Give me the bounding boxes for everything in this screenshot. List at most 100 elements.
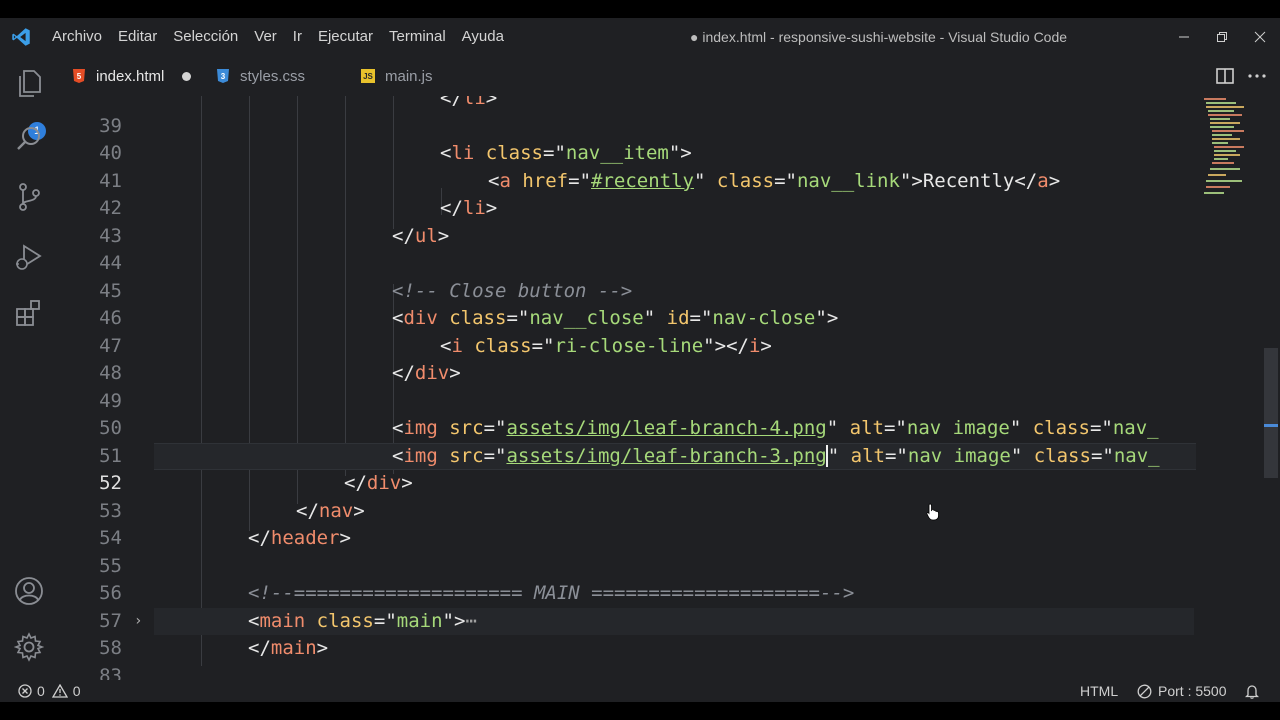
letterbox-bottom — [0, 702, 1280, 720]
menu-ejecutar[interactable]: Ejecutar — [310, 18, 381, 56]
code-line-53: 53 </div> — [56, 470, 1196, 522]
minimap[interactable] — [1196, 96, 1268, 680]
error-icon — [18, 684, 32, 698]
live-server-port[interactable]: Port : 5500 — [1137, 680, 1227, 702]
html-comment: <!--==================== MAIN ==========… — [248, 582, 855, 604]
tab-label: styles.css — [240, 67, 306, 85]
svg-text:5: 5 — [77, 72, 82, 81]
code-line-84: 84 — [56, 663, 1196, 681]
close-window-button[interactable] — [1242, 18, 1278, 56]
port-label: Port : 5500 — [1158, 683, 1227, 699]
attr-value-link: #recently — [591, 169, 694, 192]
code-line-42: 42 <a href="#recently" class="nav__link"… — [56, 168, 1196, 220]
attr-name: src — [449, 417, 484, 439]
menu-terminal[interactable]: Terminal — [381, 18, 454, 56]
attr-name: href — [522, 169, 569, 192]
attr-name: alt — [849, 417, 884, 439]
error-count: 0 — [37, 683, 45, 699]
attr-name: class — [1032, 417, 1090, 439]
attr-name: class — [316, 609, 374, 632]
tag-name: img — [403, 444, 438, 467]
bell-icon — [1245, 684, 1259, 699]
source-control-icon — [19, 183, 40, 211]
attr-value: nav_ — [1112, 417, 1159, 439]
manage-button[interactable] — [12, 630, 46, 664]
code-line-47: 47 <div class="nav__close" id="nav-close… — [56, 305, 1196, 357]
problems-indicator[interactable]: 0 0 — [18, 680, 81, 702]
attr-value: nav-close — [712, 307, 816, 329]
menu-ir[interactable]: Ir — [285, 18, 310, 56]
tag-name: i — [748, 334, 761, 357]
css-file-icon: 3 — [216, 68, 230, 84]
tag-name: li — [462, 197, 486, 219]
tag-name: header — [270, 527, 340, 549]
scrollbar-cursor-marker — [1264, 424, 1278, 427]
attr-name: class — [449, 307, 507, 329]
svg-text:3: 3 — [221, 72, 226, 81]
attr-value: ri-close-line — [554, 334, 704, 357]
tag-name: div — [366, 472, 402, 494]
explorer-button[interactable] — [12, 66, 46, 100]
source-control-button[interactable] — [12, 180, 46, 214]
code-line-43: 43 </li> — [56, 195, 1196, 247]
notifications-button[interactable] — [1245, 680, 1259, 702]
editor-tabs: 5 index.html 3 styles.css JS main.js — [56, 56, 1280, 96]
attr-name: src — [449, 444, 484, 467]
menu-archivo[interactable]: Archivo — [44, 18, 110, 56]
no-signal-icon — [1137, 684, 1152, 698]
menu-seleccion[interactable]: Selección — [165, 18, 246, 56]
menu-editar[interactable]: Editar — [110, 18, 165, 56]
code-line-51: 51 <img src="assets/img/leaf-branch-4.pn… — [56, 415, 1196, 467]
code-line-55: 55 </header> — [56, 525, 1196, 577]
code-line-41: 41 <li class="nav__item"> — [56, 140, 1196, 192]
run-debug-icon — [16, 244, 42, 270]
tab-main-js[interactable]: JS main.js — [361, 56, 433, 96]
code-editor[interactable]: 39 </li> 40 41 <li class="nav__item"> 42… — [56, 96, 1196, 680]
tag-name: i — [451, 334, 463, 357]
js-file-icon: JS — [361, 69, 375, 83]
editor-actions — [1216, 56, 1266, 96]
vertical-scrollbar[interactable] — [1264, 348, 1278, 478]
accounts-button[interactable] — [12, 574, 46, 608]
run-debug-button[interactable] — [12, 240, 46, 274]
tag-name: li — [462, 96, 486, 109]
tab-index-html[interactable]: 5 index.html — [72, 56, 192, 96]
title-bar: Archivo Editar Selección Ver Ir Ejecutar… — [0, 18, 1280, 56]
folded-ellipsis[interactable]: ⋯ — [465, 610, 476, 632]
vscode-window: Archivo Editar Selección Ver Ir Ejecutar… — [0, 18, 1280, 702]
unsaved-dot-icon[interactable] — [182, 71, 192, 81]
code-line-39: 39 </li> — [56, 96, 1196, 137]
extensions-button[interactable] — [12, 296, 46, 330]
tab-styles-css[interactable]: 3 styles.css — [216, 56, 305, 96]
restore-icon — [1217, 32, 1227, 42]
code-line-54: 54 </nav> — [56, 498, 1196, 550]
menu-ver[interactable]: Ver — [246, 18, 285, 56]
attr-value: main — [396, 609, 443, 632]
attr-name: alt — [850, 444, 885, 467]
attr-value: nav_ — [1113, 444, 1160, 467]
html-comment: <!-- Close button --> — [392, 279, 633, 302]
code-line-44: 44 </ul> — [56, 223, 1196, 275]
search-button[interactable] — [12, 122, 46, 156]
code-line-56: 56 — [56, 553, 1196, 604]
attr-value: nav image — [907, 444, 1011, 467]
code-line-52: 52 <img src="assets/img/leaf-branch-3.pn… — [56, 443, 1196, 495]
split-editor-icon[interactable] — [1216, 68, 1234, 84]
restore-button[interactable] — [1204, 18, 1240, 56]
more-actions-icon[interactable] — [1248, 73, 1266, 79]
text-content: Recently — [922, 169, 1015, 192]
tag-name: a — [499, 169, 511, 192]
code-line-46: 46 <!-- Close button --> — [56, 278, 1196, 330]
code-line-49: 49 </div> — [56, 360, 1196, 412]
tag-name: a — [1037, 169, 1049, 192]
menu-ayuda[interactable]: Ayuda — [454, 18, 512, 56]
tag-name: main — [270, 637, 317, 659]
tag-name: nav — [318, 499, 354, 522]
chevron-right-icon[interactable]: › — [134, 608, 142, 636]
language-mode[interactable]: HTML — [1080, 680, 1118, 702]
tag-name: img — [403, 417, 438, 439]
minimize-icon — [1179, 36, 1189, 38]
vscode-logo-icon — [12, 28, 30, 46]
minimize-button[interactable] — [1166, 18, 1202, 56]
html-file-icon: 5 — [72, 68, 86, 84]
